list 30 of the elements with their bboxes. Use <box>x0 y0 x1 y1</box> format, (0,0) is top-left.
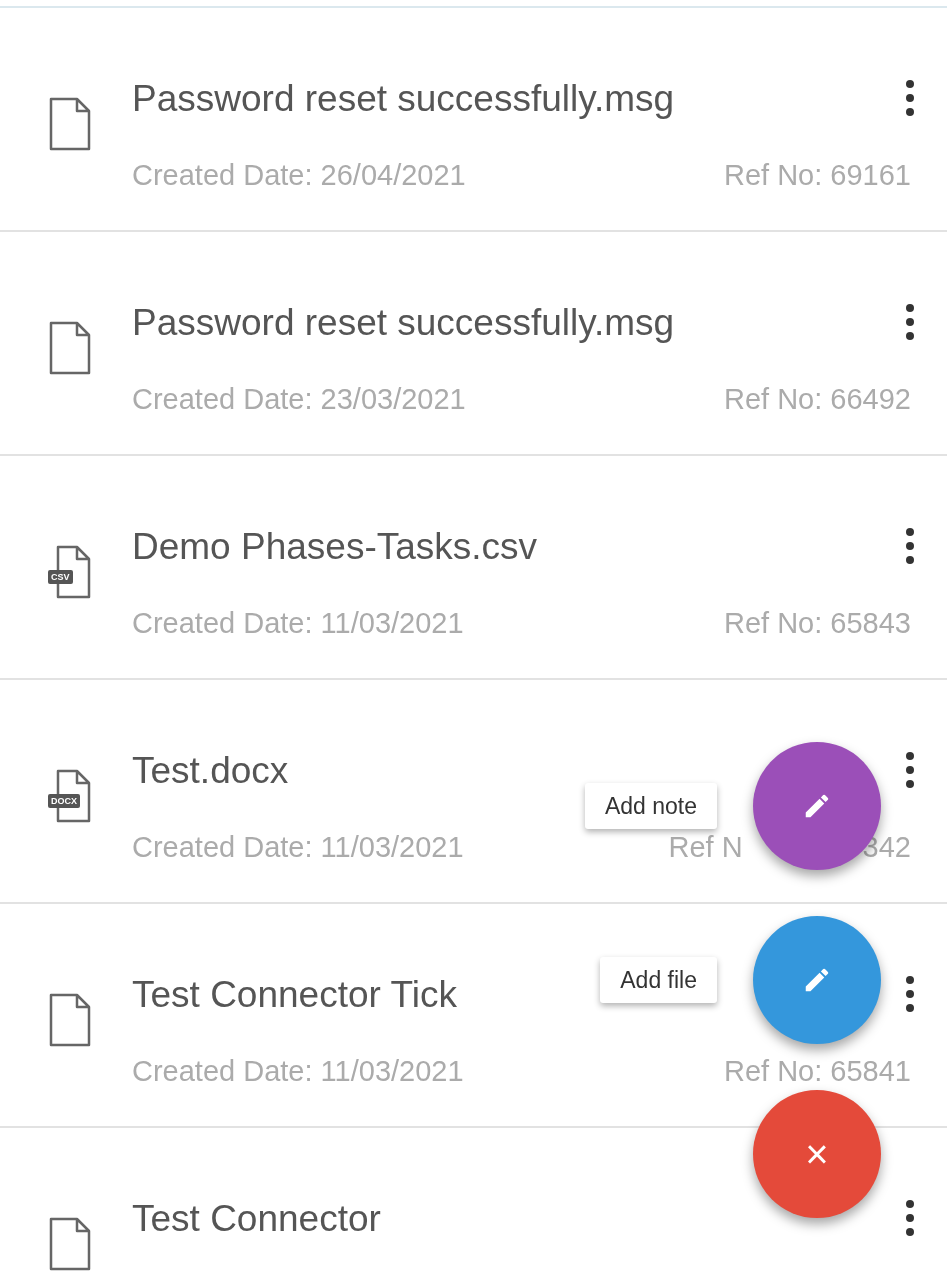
file-icon <box>48 96 92 152</box>
close-button[interactable]: × <box>753 1090 881 1218</box>
created-date: Created Date: 26/04/2021 <box>132 158 466 193</box>
ref-number: Ref No: 69161 <box>724 158 911 193</box>
file-name: Password reset successfully.msg <box>132 301 675 345</box>
more-icon[interactable] <box>905 526 915 566</box>
file-name: Demo Phases-Tasks.csv <box>132 525 538 569</box>
more-icon[interactable] <box>905 78 915 118</box>
more-icon[interactable] <box>905 974 915 1014</box>
file-icon <box>48 1216 92 1272</box>
file-name: Test Connector Tick <box>132 973 457 1017</box>
created-date: Created Date: 11/03/2021 <box>132 606 464 641</box>
created-date: Created Date: 23/03/2021 <box>132 382 466 417</box>
created-date: Created Date: 11/03/2021 <box>132 830 464 865</box>
fab-tooltip: Add file <box>600 957 717 1003</box>
more-icon[interactable] <box>905 302 915 342</box>
file-icon <box>48 992 92 1048</box>
more-icon[interactable] <box>905 1198 915 1238</box>
fab-tooltip: Add note <box>584 783 717 829</box>
more-icon[interactable] <box>905 750 915 790</box>
file-name: Password reset successfully.msg <box>132 77 675 121</box>
created-date: Created Date: 11/03/2021 <box>132 1054 464 1089</box>
file-name: Test Connector <box>132 1197 381 1241</box>
file-name: Test.docx <box>132 749 289 793</box>
ref-number: Ref No: 65843 <box>724 606 911 641</box>
ref-number: Ref No: 66492 <box>724 382 911 417</box>
ref-number: Ref N <box>668 830 743 865</box>
add-file-button[interactable] <box>753 916 881 1044</box>
ref-number: Ref No: 65841 <box>724 1054 911 1089</box>
file-icon <box>48 320 92 376</box>
